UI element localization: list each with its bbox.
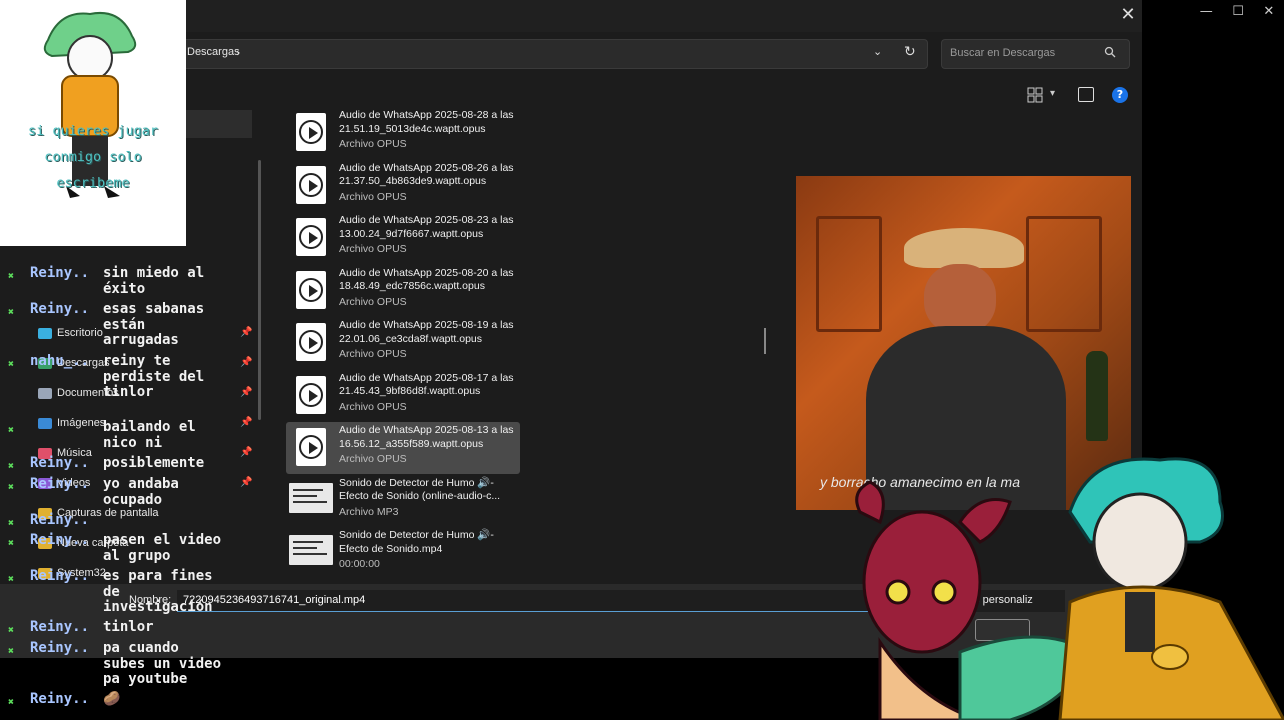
file-item[interactable]: Audio de WhatsApp 2025-08-17 a las 21.45… [286, 370, 520, 422]
refresh-icon[interactable]: ↻ [904, 44, 916, 60]
sidebar-item-label: Descargas [57, 357, 110, 369]
sidebar-item-label: System32 [57, 567, 106, 579]
sidebar-item-label: Capturas de pantalla [57, 507, 159, 519]
file-name: Audio de WhatsApp 2025-08-19 a las 22.01… [339, 319, 514, 345]
pngtuber-overlay: si quieres jugar conmigo solo escribeme [0, 0, 186, 246]
filename-value[interactable]: 7220945236493716741_original.mp4 [183, 594, 365, 606]
address-dropdown-icon[interactable]: ⌄ [873, 45, 882, 58]
search-icon[interactable] [1104, 46, 1116, 61]
search-input[interactable]: Buscar en Descargas [950, 47, 1055, 59]
folder-icon [38, 537, 52, 549]
sidebar-item-escritorio[interactable]: Escritorio [38, 327, 103, 339]
file-item[interactable]: Audio de WhatsApp 2025-08-19 a las 22.01… [286, 317, 520, 369]
file-item[interactable]: Audio de WhatsApp 2025-08-20 a las 18.48… [286, 265, 520, 317]
file-item[interactable]: Audio de WhatsApp 2025-08-28 a las 21.51… [286, 107, 520, 159]
view-dropdown-icon[interactable]: ▾ [1050, 88, 1055, 99]
minimize-button[interactable]: — [1200, 4, 1213, 26]
sidebar-item-label: Videos [57, 477, 91, 489]
chat-badge-icon: ✖ [8, 697, 15, 708]
window-controls: — ☐ ✕ [1190, 4, 1284, 26]
file-name: Audio de WhatsApp 2025-08-17 a las 21.45… [339, 371, 514, 398]
audio-file-icon [296, 165, 326, 204]
breadcrumb-chevron-icon[interactable]: › [236, 46, 240, 59]
video-icon [38, 477, 52, 489]
file-type: Archivo OPUS [339, 138, 407, 150]
file-type: Archivo OPUS [339, 190, 407, 203]
chat-message: 🥔 [103, 691, 121, 707]
sidebar-item-system32[interactable]: System32 [38, 567, 106, 579]
file-type: Archivo OPUS [339, 453, 407, 465]
file-item[interactable]: Sonido de Detector de Humo 🔊- Efecto de … [286, 527, 520, 579]
file-item[interactable]: Audio de WhatsApp 2025-08-23 a las 13.00… [286, 212, 520, 264]
document-icon [38, 387, 52, 399]
file-name: Audio de WhatsApp 2025-08-20 a las 18.48… [339, 266, 514, 293]
file-type: Archivo OPUS [339, 348, 407, 360]
preview-pane-icon[interactable] [1078, 87, 1094, 102]
file-item[interactable]: Sonido de Detector de Humo 🔊- Efecto de … [286, 475, 520, 527]
close-button[interactable]: ✕ [1118, 4, 1138, 26]
audio-file-icon [296, 375, 326, 414]
folder-icon [38, 567, 52, 579]
audio-file-icon [296, 218, 326, 256]
sidebar-item-documentos[interactable]: Documentos [38, 387, 119, 399]
file-name: Audio de WhatsApp 2025-08-26 a las 21.37… [339, 161, 514, 188]
vtuber-characters [855, 457, 1284, 720]
nav-scrollbar[interactable] [258, 160, 261, 420]
file-item[interactable]: Audio de WhatsApp 2025-08-26 a las 21.37… [286, 160, 520, 212]
download-icon [38, 357, 52, 369]
close-window-button[interactable]: ✕ [1263, 4, 1274, 26]
file-type: Archivo OPUS [339, 400, 407, 413]
help-icon[interactable]: ? [1112, 87, 1128, 103]
file-name: Audio de WhatsApp 2025-08-28 a las 21.51… [339, 109, 514, 135]
file-name: Audio de WhatsApp 2025-08-13 a las 16.56… [339, 424, 514, 450]
sidebar-item-label: Nueva carpeta [57, 537, 129, 549]
sidebar-item-label: Escritorio [57, 327, 103, 339]
file-type: Archivo OPUS [339, 295, 407, 308]
audio-file-icon [296, 113, 326, 151]
pin-icon[interactable]: 📌 [240, 417, 252, 428]
view-options-icon[interactable] [1027, 87, 1043, 103]
chat-username: Reiny.. [30, 691, 90, 707]
audio-file-icon [296, 428, 326, 466]
file-name: Sonido de Detector de Humo 🔊- Efecto de … [339, 529, 494, 555]
green-hair-character-icon [1058, 457, 1284, 720]
file-item[interactable]: Audio de WhatsApp 2025-08-13 a las 16.56… [286, 422, 520, 474]
file-list-scrollbar[interactable] [764, 328, 766, 354]
file-type: Archivo MP3 [339, 505, 399, 518]
file-name: Sonido de Detector de Humo 🔊- Efecto de … [339, 476, 501, 503]
deer-character-icon [855, 480, 1092, 720]
sidebar-item-label: Música [57, 447, 92, 459]
breadcrumb[interactable]: Descargas [187, 46, 240, 58]
pin-icon[interactable]: 📌 [240, 387, 252, 398]
sidebar-item-videos[interactable]: Videos [38, 477, 90, 489]
file-type: Archivo OPUS [339, 243, 407, 255]
desktop-icon [38, 327, 52, 339]
sidebar-item-descargas[interactable]: Descargas [38, 357, 110, 369]
pngtuber-text: si quieres jugar conmigo solo escribeme [27, 123, 159, 191]
pin-icon[interactable]: 📌 [240, 447, 252, 458]
nav-selected-item[interactable] [186, 110, 252, 138]
audio-file-icon [296, 270, 326, 309]
folder-icon [38, 507, 52, 519]
sidebar-item-label: Imágenes [57, 417, 106, 429]
video-thumbnail-icon [289, 535, 333, 565]
pin-icon[interactable]: 📌 [240, 357, 252, 368]
audio-file-icon [296, 323, 326, 361]
filename-label: Nombre: [129, 594, 172, 606]
file-name: Audio de WhatsApp 2025-08-23 a las 13.00… [339, 214, 514, 240]
pin-icon[interactable]: 📌 [240, 327, 252, 338]
file-type: 00:00:00 [339, 558, 380, 570]
sidebar-item-capturas-de-pantalla[interactable]: Capturas de pantalla [38, 507, 159, 519]
address-bar[interactable] [150, 39, 928, 69]
video-thumbnail-icon [289, 482, 333, 513]
music-icon [38, 447, 52, 459]
sidebar-item-imágenes[interactable]: Imágenes [38, 417, 105, 429]
sidebar-item-nueva-carpeta[interactable]: Nueva carpeta [38, 537, 129, 549]
sidebar-item-música[interactable]: Música [38, 447, 92, 459]
maximize-button[interactable]: ☐ [1232, 4, 1244, 26]
sidebar-item-label: Documentos [57, 387, 119, 399]
pin-icon[interactable]: 📌 [240, 477, 252, 488]
image-icon [38, 417, 52, 429]
